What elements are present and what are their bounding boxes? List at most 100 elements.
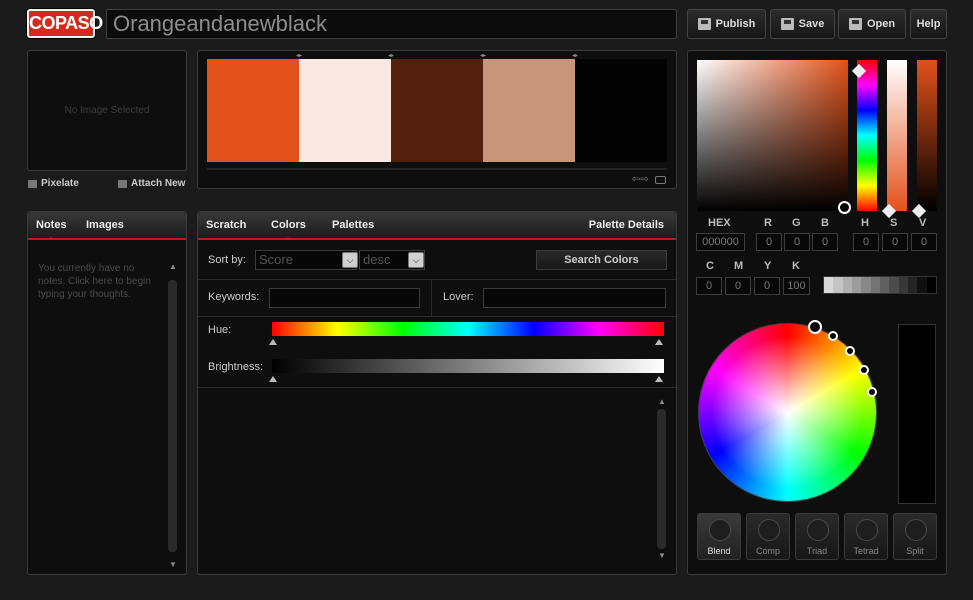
palette-swatch-2[interactable] <box>299 59 391 162</box>
pixelate-button[interactable]: Pixelate <box>28 178 79 189</box>
brightness-max-slider[interactable] <box>655 376 663 382</box>
chevron-down-icon[interactable]: ⌵ <box>408 252 424 268</box>
lover-input[interactable] <box>483 288 666 308</box>
mode-label: Split <box>906 546 924 556</box>
keywords-label: Keywords: <box>208 291 260 303</box>
palette-title-input[interactable]: Orangeandanewblack <box>106 9 677 39</box>
notes-tabbar: Notes Images <box>28 212 186 240</box>
wheel-handle[interactable] <box>859 365 869 375</box>
value-slider-bar[interactable] <box>917 60 937 211</box>
c-label: C <box>706 260 714 272</box>
divider <box>198 316 676 317</box>
copaso-logo: COPASO <box>27 9 103 38</box>
lover-label: Lover: <box>443 291 474 303</box>
s-label: S <box>890 217 898 229</box>
hex-input[interactable]: 000000 <box>696 233 745 251</box>
help-label: Help <box>916 18 941 30</box>
hex-label: HEX <box>708 217 731 229</box>
notes-scrollbar[interactable] <box>168 280 177 552</box>
palette-swatch-5[interactable] <box>575 59 667 162</box>
s-input[interactable]: 0 <box>882 233 908 251</box>
palette-scrollbar[interactable] <box>207 168 667 170</box>
swap-arrows-icon[interactable]: ⇦⇨ <box>632 174 649 185</box>
saturation-value-square[interactable] <box>697 60 848 211</box>
tab-notes[interactable]: Notes <box>36 219 67 240</box>
folder-icon <box>848 18 862 30</box>
notes-placeholder[interactable]: You currently have no notes. Click here … <box>38 262 163 301</box>
mode-split-button[interactable]: Split <box>893 513 937 560</box>
palette-swatch-4[interactable] <box>483 59 575 162</box>
sv-cursor[interactable] <box>838 201 851 214</box>
tab-colors[interactable]: Colors <box>271 219 306 240</box>
palette-details-link[interactable]: Palette Details <box>589 219 664 231</box>
hue-max-slider[interactable] <box>655 339 663 345</box>
resize-handle-icon[interactable]: ◂▸ <box>388 52 394 59</box>
image-icon <box>118 179 127 188</box>
g-label: G <box>792 217 801 229</box>
k-label: K <box>792 260 800 272</box>
palette-swatch-1[interactable] <box>207 59 299 162</box>
m-input[interactable]: 0 <box>725 277 751 295</box>
no-image-text: No Image Selected <box>64 105 150 116</box>
g-input[interactable]: 0 <box>784 233 810 251</box>
attach-new-button[interactable]: Attach New <box>118 178 185 189</box>
k-input[interactable]: 100 <box>783 277 810 295</box>
resize-handle-icon[interactable]: ◂▸ <box>572 52 578 59</box>
b-input[interactable]: 0 <box>812 233 838 251</box>
palette-swatch-3[interactable] <box>391 59 483 162</box>
image-preview[interactable]: No Image Selected <box>27 50 187 171</box>
hue-label: Hue: <box>208 324 232 336</box>
mode-label: Tetrad <box>853 546 879 556</box>
keywords-input[interactable] <box>269 288 420 308</box>
pixelate-icon <box>28 179 37 188</box>
saturation-slider-bar[interactable] <box>887 60 907 211</box>
tab-scratch[interactable]: Scratch <box>206 219 246 231</box>
v-input[interactable]: 0 <box>911 233 937 251</box>
blend-icon <box>709 519 731 541</box>
mode-comp-button[interactable]: Comp <box>746 513 790 560</box>
hue-range-bar[interactable] <box>272 322 664 336</box>
tab-images[interactable]: Images <box>86 219 124 231</box>
scroll-up-icon[interactable]: ▲ <box>658 397 666 406</box>
color-picker-panel: HEX R G B H S V 000000 0 0 0 0 0 0 C M Y… <box>687 50 947 575</box>
mode-blend-button[interactable]: Blend <box>697 513 741 560</box>
divider <box>198 279 676 280</box>
tab-palettes[interactable]: Palettes <box>332 219 374 231</box>
h-input[interactable]: 0 <box>853 233 879 251</box>
results-scrollbar[interactable] <box>657 409 666 549</box>
c-input[interactable]: 0 <box>696 277 722 295</box>
scroll-up-icon[interactable]: ▲ <box>169 262 177 271</box>
floppy-disk-icon <box>780 18 794 30</box>
scroll-down-icon[interactable]: ▼ <box>658 551 666 560</box>
hue-slider-bar[interactable] <box>857 60 877 211</box>
publish-button[interactable]: Publish <box>687 9 766 39</box>
hue-min-slider[interactable] <box>269 339 277 345</box>
palette-panel: ◂▸ ◂▸ ◂▸ ◂▸ ⇦⇨ <box>197 50 677 189</box>
wheel-handle-primary[interactable] <box>808 320 822 334</box>
v-label: V <box>919 217 927 229</box>
search-colors-button[interactable]: Search Colors <box>536 250 667 270</box>
resize-handle-icon[interactable]: ◂▸ <box>480 52 486 59</box>
y-input[interactable]: 0 <box>754 277 780 295</box>
resize-handle-icon[interactable]: ◂▸ <box>296 52 302 59</box>
b-label: B <box>821 217 829 229</box>
r-label: R <box>764 217 772 229</box>
chevron-down-icon[interactable]: ⌵ <box>342 252 358 268</box>
mode-tetrad-button[interactable]: Tetrad <box>844 513 888 560</box>
sort-value: Score <box>259 252 293 267</box>
save-button[interactable]: Save <box>770 9 835 39</box>
help-button[interactable]: Help <box>910 9 947 39</box>
save-label: Save <box>798 18 825 30</box>
open-button[interactable]: Open <box>838 9 906 39</box>
mode-triad-button[interactable]: Triad <box>795 513 839 560</box>
grayscale-strip[interactable] <box>823 276 937 294</box>
r-input[interactable]: 0 <box>756 233 782 251</box>
wheel-handle[interactable] <box>828 331 838 341</box>
wheel-handle[interactable] <box>845 346 855 356</box>
mode-label: Triad <box>806 546 828 556</box>
brightness-range-bar[interactable] <box>272 359 664 373</box>
brightness-min-slider[interactable] <box>269 376 277 382</box>
scroll-down-icon[interactable]: ▼ <box>169 560 177 569</box>
wheel-handle[interactable] <box>867 387 877 397</box>
window-icon[interactable] <box>655 176 666 184</box>
